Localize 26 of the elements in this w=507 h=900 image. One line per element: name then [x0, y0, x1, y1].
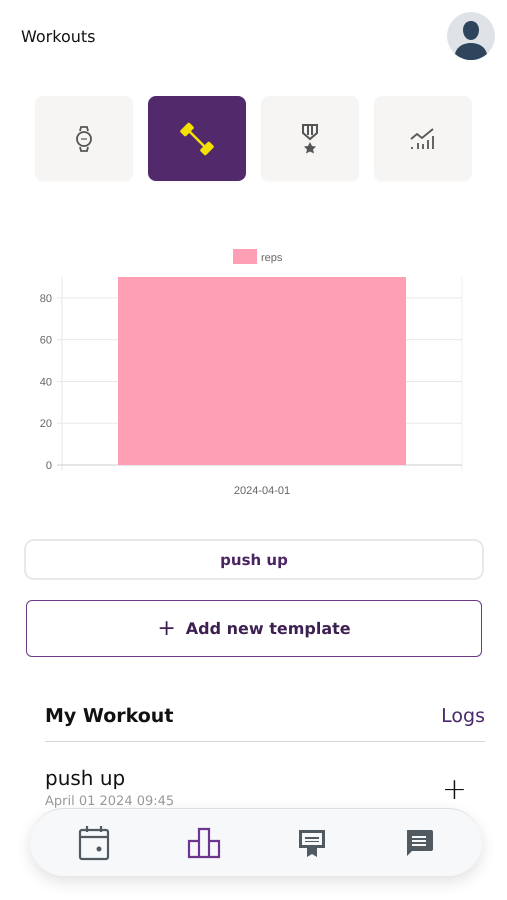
y-axis-label: 80 — [40, 292, 52, 305]
add-log-button[interactable]: + — [442, 772, 467, 807]
podium-icon — [186, 826, 221, 858]
y-axis-label: 60 — [40, 334, 52, 347]
calendar-icon — [78, 824, 110, 860]
logs-link[interactable]: Logs — [441, 705, 485, 727]
exercise-select[interactable]: push up — [24, 539, 484, 580]
watch-icon — [74, 124, 94, 152]
dumbbell-icon — [179, 120, 215, 156]
trend-chart-icon — [409, 126, 437, 150]
y-axis-label: 0 — [46, 460, 52, 472]
workout-name: push up — [45, 766, 126, 790]
workout-date: April 01 2024 09:45 — [45, 794, 174, 809]
x-axis-label: 2024-04-01 — [234, 485, 290, 497]
dumbbell-tab[interactable] — [148, 96, 246, 181]
medal-tab[interactable] — [261, 96, 359, 181]
page-title: Workouts — [21, 26, 96, 46]
legend-swatch — [233, 249, 257, 264]
medal-icon — [300, 122, 320, 154]
section-title: My Workout — [45, 705, 174, 727]
y-axis-label: 40 — [40, 376, 52, 388]
add-template-button[interactable]: + Add new template — [26, 600, 482, 657]
avatar-icon[interactable] — [447, 12, 495, 60]
certificate-icon — [297, 828, 328, 858]
legend-label: reps — [261, 252, 282, 264]
y-axis-label: 20 — [40, 418, 52, 430]
